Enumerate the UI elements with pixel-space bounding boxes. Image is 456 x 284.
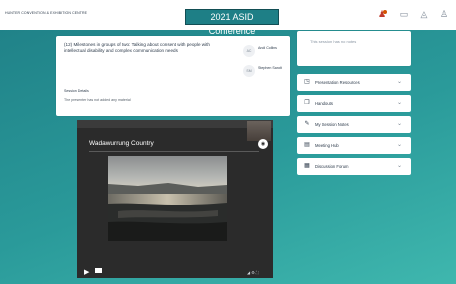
video-controls: ▶ ◢ ⚙ ⛶ (77, 268, 273, 278)
top-bar: HUNTER CONVENTION & EXHIBITION CENTRE 20… (0, 0, 456, 36)
video-player[interactable]: ◉ Wadawurrung Country ▶ ◢ ⚙ ⛶ (77, 120, 273, 278)
chevron-down-icon: ⌄ (397, 121, 403, 127)
beach-landscape-image (108, 156, 227, 241)
speaker-item[interactable]: AC Andi Collins (243, 44, 289, 60)
video-top-bar (77, 120, 273, 128)
session-title: (12) Milestones in groups of two: Talkin… (64, 42, 210, 53)
chat-glyph: ▭ (399, 9, 409, 19)
slide-photo (108, 156, 227, 241)
sidebar-item-label: Presentation Resources (315, 80, 360, 85)
chat-icon[interactable]: ▭ (396, 9, 412, 19)
session-notes-icon: ✎ (304, 121, 310, 127)
sidebar-item-my-session-notes[interactable]: ✎ My Session Notes ⌄ (297, 116, 411, 133)
sidebar-item-label: Discussion Forum (315, 164, 349, 169)
sidebar-item-label: Handouts (315, 101, 333, 106)
meeting-hub-icon: ▤ (304, 142, 310, 148)
sidebar-item-label: Meeting Hub (315, 143, 339, 148)
notifications-icon[interactable]: ◬ (416, 9, 432, 19)
page-title: 2021 ASID Conference (185, 9, 279, 36)
notes-panel-text: This session has no notes (310, 39, 357, 44)
chevron-down-icon: ⌄ (397, 79, 403, 85)
speaker-item[interactable]: SM Stephen Sandt (243, 64, 289, 80)
presentation-icon: ◳ (304, 79, 310, 85)
handouts-icon: ❐ (304, 100, 310, 106)
speaker-name: Andi Collins (258, 46, 277, 50)
bell-glyph: ◬ (420, 9, 428, 19)
user-glyph: ♟ (374, 9, 390, 19)
video-logo-icon: ◉ (258, 139, 268, 149)
slide-title: Wadawurrung Country (89, 140, 154, 147)
header-actions: ♟ ▭ ◬ ♙ (366, 9, 452, 27)
sidebar-item-handouts[interactable]: ❐ Handouts ⌄ (297, 95, 411, 112)
slide-divider (89, 151, 259, 152)
session-details-heading: Session Details (64, 89, 89, 93)
chevron-down-icon: ⌄ (397, 163, 403, 169)
speaker-name: Stephen Sandt (258, 66, 282, 70)
session-details-text: The presenter has not added any material (64, 98, 131, 102)
play-icon[interactable]: ▶ (84, 268, 89, 278)
sidebar-item-meeting-hub[interactable]: ▤ Meeting Hub ⌄ (297, 137, 411, 154)
time-indicator (95, 268, 102, 273)
presenter-camera-thumbnail (247, 121, 271, 141)
avatar: AC (243, 45, 255, 57)
user-profile-icon[interactable]: ♟ (374, 9, 390, 19)
session-info-card: (12) Milestones in groups of two: Talkin… (56, 36, 290, 116)
notes-panel: This session has no notes (297, 31, 411, 66)
sidebar-item-presentation-resources[interactable]: ◳ Presentation Resources ⌄ (297, 74, 411, 91)
sidebar-item-label: My Session Notes (315, 122, 349, 127)
sidebar-item-discussion-forum[interactable]: ▦ Discussion Forum ⌄ (297, 158, 411, 175)
brand-logo-text[interactable]: HUNTER CONVENTION & EXHIBITION CENTRE (5, 11, 113, 15)
video-settings-controls[interactable]: ◢ ⚙ ⛶ (247, 268, 259, 278)
person-icon[interactable]: ♙ (436, 9, 452, 19)
person-glyph: ♙ (439, 9, 449, 19)
chevron-down-icon: ⌄ (397, 100, 403, 106)
discussion-forum-icon: ▦ (304, 163, 310, 169)
chevron-down-icon: ⌄ (397, 142, 403, 148)
avatar: SM (243, 65, 255, 77)
